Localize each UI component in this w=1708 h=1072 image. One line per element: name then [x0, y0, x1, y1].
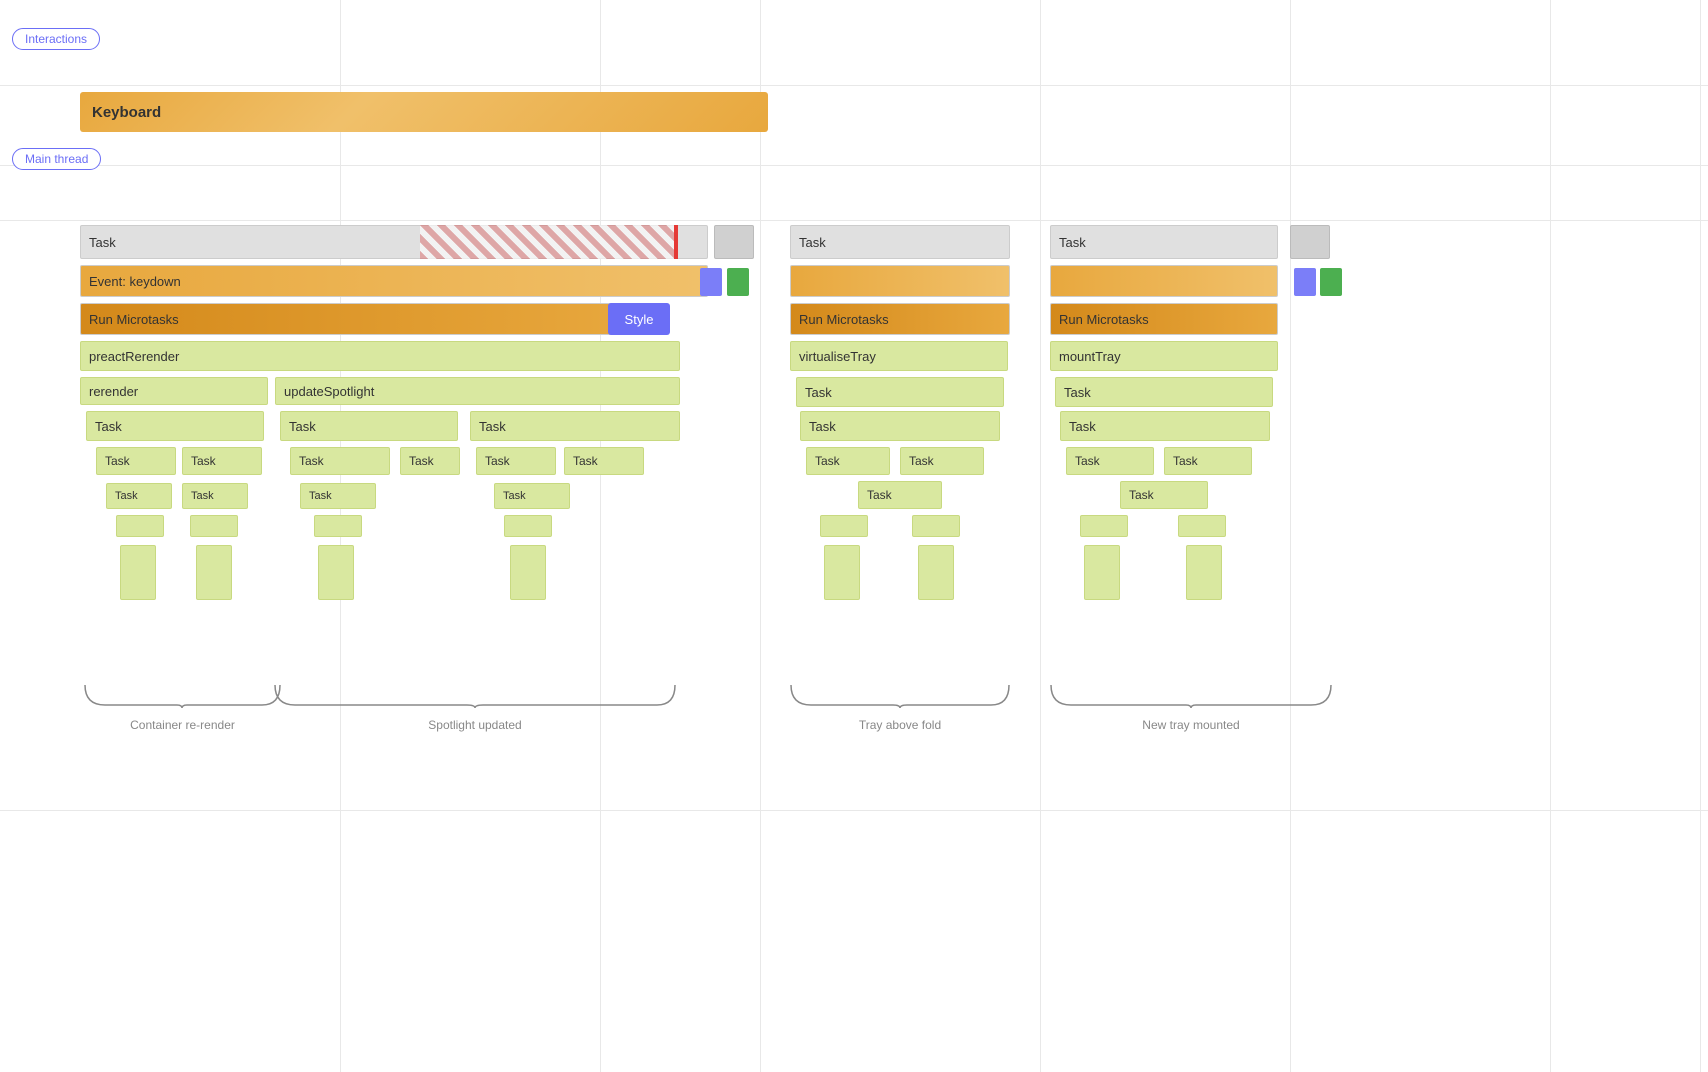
task-hatched-overlay — [420, 225, 678, 259]
task-v2: Task — [800, 411, 1000, 441]
task-u4: Task — [564, 447, 644, 475]
task-update2-l3: Task — [470, 411, 680, 441]
task-u5: Task — [300, 483, 376, 509]
orange-bar-right2 — [1050, 265, 1278, 297]
keyboard-bar: Keyboard — [80, 92, 768, 132]
task-u10 — [510, 545, 546, 600]
purple-block-right2 — [1294, 268, 1316, 296]
task-m5: Task — [1120, 481, 1208, 509]
brace-tray-above-fold — [786, 680, 1014, 710]
task-m7 — [1178, 515, 1226, 537]
brace-new-tray-mounted — [1046, 680, 1336, 710]
task-v4: Task — [900, 447, 984, 475]
small-gray-block-left — [714, 225, 754, 259]
task-v9 — [918, 545, 954, 600]
task-v8 — [824, 545, 860, 600]
brace-spotlight-updated — [270, 680, 680, 710]
virtualise-tray-bar: virtualiseTray — [790, 341, 1008, 371]
grid-line-v — [1290, 0, 1291, 1072]
task-r5 — [116, 515, 164, 537]
task-m2: Task — [1060, 411, 1270, 441]
run-microtasks-right2: Run Microtasks — [1050, 303, 1278, 335]
task-v5: Task — [858, 481, 942, 509]
grid-line-h — [0, 810, 1708, 811]
task-r2: Task — [182, 447, 262, 475]
green-block-left — [727, 268, 749, 296]
task-u7 — [314, 515, 362, 537]
preact-rerender-bar: preactRerender — [80, 341, 680, 371]
task-r3: Task — [106, 483, 172, 509]
task-u1: Task — [290, 447, 390, 475]
run-microtasks-left: Run Microtasks — [80, 303, 640, 335]
task-r4: Task — [182, 483, 248, 509]
brace-container-rerender — [80, 680, 285, 710]
task-bar-right1-main: Task — [790, 225, 1010, 259]
run-microtasks-right1: Run Microtasks — [790, 303, 1010, 335]
update-spotlight-bar: updateSpotlight — [275, 377, 680, 405]
task-r8 — [196, 545, 232, 600]
label-spotlight-updated: Spotlight updated — [270, 718, 680, 732]
label-tray-above-fold: Tray above fold — [786, 718, 1014, 732]
style-button[interactable]: Style — [608, 303, 670, 335]
task-update1-l3: Task — [280, 411, 458, 441]
grid-line-v — [760, 0, 761, 1072]
label-container-rerender: Container re-render — [80, 718, 285, 732]
rerender-bar: rerender — [80, 377, 268, 405]
task-u6: Task — [494, 483, 570, 509]
grid-line-v — [1550, 0, 1551, 1072]
main-container: Interactions Keyboard Main thread Task E… — [0, 0, 1708, 1072]
task-v1: Task — [796, 377, 1004, 407]
task-m8 — [1084, 545, 1120, 600]
task-v7 — [912, 515, 960, 537]
task-m9 — [1186, 545, 1222, 600]
grid-line-v — [1040, 0, 1041, 1072]
label-new-tray-mounted: New tray mounted — [1046, 718, 1336, 732]
gray-block-right2 — [1290, 225, 1330, 259]
interactions-pill[interactable]: Interactions — [12, 28, 100, 50]
green-block-right2 — [1320, 268, 1342, 296]
grid-line-h — [0, 85, 1708, 86]
grid-line-h — [0, 165, 1708, 166]
task-v3: Task — [806, 447, 890, 475]
task-m4: Task — [1164, 447, 1252, 475]
orange-bar-right1 — [790, 265, 1010, 297]
task-m1: Task — [1055, 377, 1273, 407]
grid-line-h — [0, 220, 1708, 221]
task-u2: Task — [400, 447, 460, 475]
task-r6 — [190, 515, 238, 537]
task-r7 — [120, 545, 156, 600]
grid-line-v — [1700, 0, 1701, 1072]
mount-tray-bar: mountTray — [1050, 341, 1278, 371]
main-thread-pill[interactable]: Main thread — [12, 148, 101, 170]
grid-line-v — [600, 0, 601, 1072]
task-rerender-l3: Task — [86, 411, 264, 441]
task-m6 — [1080, 515, 1128, 537]
task-u3: Task — [476, 447, 556, 475]
task-r1: Task — [96, 447, 176, 475]
purple-block-left — [700, 268, 722, 296]
task-u8 — [504, 515, 552, 537]
task-v6 — [820, 515, 868, 537]
event-keydown-bar: Event: keydown — [80, 265, 708, 297]
task-u9 — [318, 545, 354, 600]
task-m3: Task — [1066, 447, 1154, 475]
task-bar-right2-main: Task — [1050, 225, 1278, 259]
